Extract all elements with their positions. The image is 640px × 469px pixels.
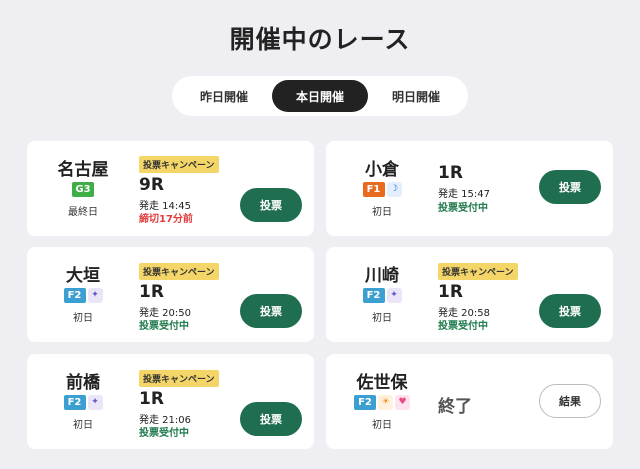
race-number: 1R	[139, 389, 164, 409]
page-title: 開催中のレース	[229, 25, 411, 54]
badges: F2 ✦	[362, 287, 402, 303]
venue-block: 大垣 F2 ✦ 初日	[27, 247, 139, 342]
ended-label: 終了	[438, 397, 472, 417]
heart-icon: ♥	[395, 394, 410, 410]
grade-badge: F2	[63, 287, 86, 303]
status-text: 投票受付中	[438, 321, 488, 332]
badges: G3	[72, 181, 94, 197]
day-label: 初日	[372, 312, 392, 324]
venue-name: 大垣	[66, 265, 100, 286]
day-label: 初日	[372, 206, 392, 218]
tab-yesterday[interactable]: 昨日開催	[176, 80, 272, 112]
day-tabs: 昨日開催 本日開催 明日開催	[172, 76, 468, 116]
venue-name: 名古屋	[57, 159, 109, 180]
venue-name: 佐世保	[356, 372, 408, 393]
race-card-kokura: 小倉 F1 ☽ 初日 1R 発走 15:47 投票受付中 投票	[326, 141, 613, 236]
day-label: 初日	[73, 312, 93, 324]
race-card-maebashi: 前橋 F2 ✦ 初日 投票キャンペーン 1R 発走 21:06 投票受付中 投票	[27, 354, 314, 449]
vote-button[interactable]: 投票	[240, 402, 302, 436]
badges: F2 ☀ ♥	[354, 394, 410, 410]
tab-tomorrow[interactable]: 明日開催	[368, 80, 464, 112]
venue-block: 川崎 F2 ✦ 初日	[326, 247, 438, 342]
vote-button[interactable]: 投票	[240, 188, 302, 222]
race-card-kawasaki: 川崎 F2 ✦ 初日 投票キャンペーン 1R 発走 20:58 投票受付中 投票	[326, 247, 613, 342]
night-icon: ✦	[87, 394, 103, 410]
venue-name: 小倉	[365, 159, 399, 180]
venue-block: 名古屋 G3 最終日	[27, 141, 139, 236]
race-number: 1R	[139, 282, 164, 302]
day-label: 最終日	[68, 206, 98, 218]
campaign-badge: 投票キャンペーン	[139, 156, 219, 173]
day-label: 初日	[73, 419, 93, 431]
day-label: 初日	[372, 419, 392, 431]
race-card-nagoya: 名古屋 G3 最終日 投票キャンペーン 9R 発走 14:45 締切17分前 投…	[27, 141, 314, 236]
tab-today[interactable]: 本日開催	[272, 80, 368, 112]
venue-name: 川崎	[365, 265, 399, 286]
night-icon: ✦	[386, 287, 402, 303]
badges: F1 ☽	[362, 181, 402, 197]
race-info: 投票キャンペーン 1R 発走 20:50 投票受付中	[139, 247, 249, 342]
venue-block: 小倉 F1 ☽ 初日	[326, 141, 438, 236]
sun-icon: ☀	[378, 394, 393, 410]
status-text: 投票受付中	[139, 321, 189, 332]
grade-badge: F2	[63, 394, 86, 410]
race-info: 投票キャンペーン 1R 発走 20:58 投票受付中	[438, 247, 548, 342]
venue-name: 前橋	[66, 372, 100, 393]
race-info: 投票キャンペーン 1R 発走 21:06 投票受付中	[139, 354, 249, 449]
grade-badge: F2	[362, 287, 385, 303]
race-number: 1R	[438, 163, 463, 183]
status-text: 投票受付中	[438, 203, 488, 214]
race-info: 投票キャンペーン 9R 発走 14:45 締切17分前	[139, 141, 249, 236]
campaign-badge: 投票キャンペーン	[139, 370, 219, 387]
race-number: 9R	[139, 175, 164, 195]
moon-icon: ☽	[386, 181, 402, 197]
badges: F2 ✦	[63, 287, 103, 303]
vote-button[interactable]: 投票	[539, 170, 601, 204]
venue-block: 前橋 F2 ✦ 初日	[27, 354, 139, 449]
vote-button[interactable]: 投票	[539, 294, 601, 328]
race-card-ogaki: 大垣 F2 ✦ 初日 投票キャンペーン 1R 発走 20:50 投票受付中 投票	[27, 247, 314, 342]
venue-block: 佐世保 F2 ☀ ♥ 初日	[326, 354, 438, 449]
start-time: 発走 15:47	[438, 189, 490, 200]
race-info: 終了	[438, 354, 548, 449]
race-info: 1R 発走 15:47 投票受付中	[438, 141, 548, 236]
race-number: 1R	[438, 282, 463, 302]
badges: F2 ✦	[63, 394, 103, 410]
campaign-badge: 投票キャンペーン	[438, 263, 518, 280]
grade-badge: G3	[72, 181, 94, 197]
vote-button[interactable]: 投票	[240, 294, 302, 328]
grade-badge: F1	[362, 181, 385, 197]
grade-badge: F2	[354, 394, 376, 410]
race-card-sasebo: 佐世保 F2 ☀ ♥ 初日 終了 結果	[326, 354, 613, 449]
campaign-badge: 投票キャンペーン	[139, 263, 219, 280]
result-button[interactable]: 結果	[539, 384, 601, 418]
night-icon: ✦	[87, 287, 103, 303]
status-text: 締切17分前	[139, 214, 193, 225]
status-text: 投票受付中	[139, 428, 189, 439]
